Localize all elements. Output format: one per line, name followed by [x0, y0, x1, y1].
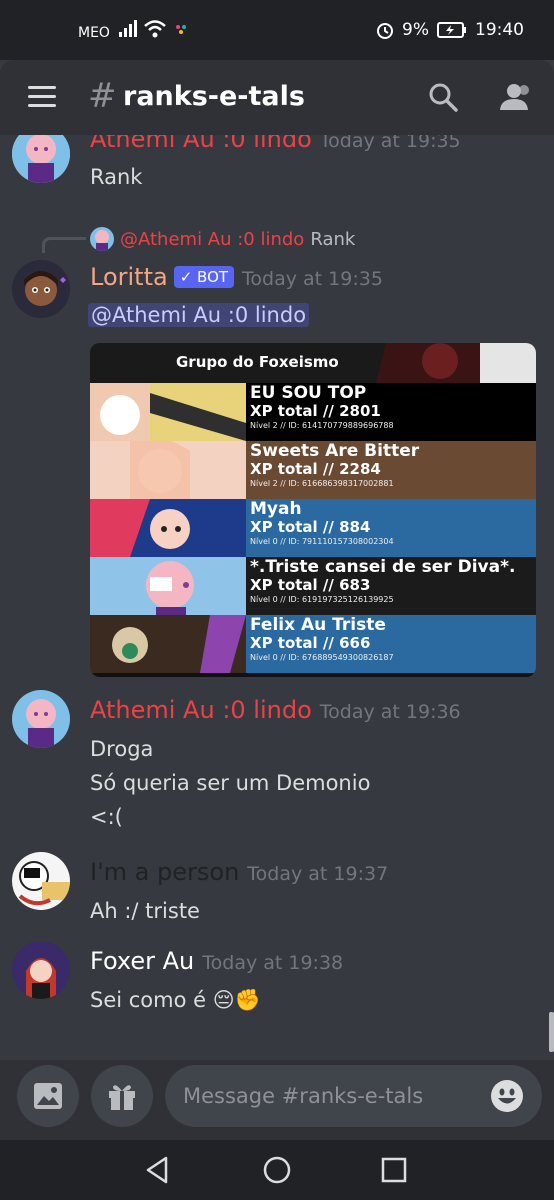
image-icon: [34, 1083, 62, 1109]
home-icon[interactable]: [261, 1154, 293, 1186]
message-author[interactable]: Athemi Au :0 lindo Today at 19:36: [90, 696, 461, 724]
channel-title: ranks-e-tals: [123, 81, 305, 112]
author-name[interactable]: I'm a person: [90, 858, 239, 886]
rank-entry: EU SOU TOP XP total // 2801 Nível 2 // I…: [90, 383, 536, 441]
hash-icon: #: [88, 76, 117, 116]
reply-connector: [42, 237, 86, 253]
carrier-label: MEO: [78, 25, 110, 41]
avatar[interactable]: [12, 135, 70, 183]
rank-entry-thumbnail: [90, 615, 246, 673]
avatar[interactable]: [12, 690, 70, 748]
search-icon[interactable]: [428, 82, 458, 112]
rank-entry-name: Myah: [250, 499, 302, 519]
reply-preview[interactable]: @Athemi Au :0 lindo Rank: [90, 227, 355, 251]
message-text: Ah :/ triste: [90, 899, 200, 923]
message-text: <:(: [90, 805, 123, 829]
avatar-image: [12, 852, 70, 910]
rank-entry-thumbnail: [90, 383, 246, 441]
reply-mention[interactable]: @Athemi Au :0 lindo: [120, 229, 304, 250]
rank-entry-id: Nível 2 // ID: 614170779889696788: [250, 421, 394, 430]
wifi-icon: [144, 20, 166, 38]
rank-entry-xp: XP total // 683: [250, 576, 371, 594]
app-notification-icon: [173, 21, 189, 37]
user-mention[interactable]: @Athemi Au :0 lindo: [88, 303, 310, 327]
message-list[interactable]: Athemi Au :0 lindo Today at 19:35 Rank @A…: [0, 135, 554, 1060]
avatar-image: [12, 941, 70, 999]
rank-entry-thumbnail: [90, 499, 246, 557]
timestamp: Today at 19:35: [319, 135, 461, 152]
message-text: Só queria ser um Demonio: [90, 771, 371, 795]
avatar[interactable]: [12, 941, 70, 999]
rank-entry-id: Nível 0 // ID: 791110157308002304: [250, 537, 394, 546]
gift-icon: [109, 1085, 135, 1110]
menu-icon[interactable]: [28, 86, 58, 108]
rank-entry-name: Felix Au Triste: [250, 615, 386, 635]
message-author[interactable]: Loritta ✓ BOT Today at 19:35: [90, 263, 383, 291]
message-input[interactable]: [183, 1079, 483, 1113]
timestamp: Today at 19:38: [202, 952, 344, 974]
status-right: 9% 19:40: [376, 20, 524, 40]
rank-card-title: Grupo do Foxeismo: [176, 353, 339, 371]
avatar[interactable]: [12, 260, 70, 318]
rank-entry: Myah XP total // 884 Nível 0 // ID: 7911…: [90, 499, 536, 557]
rank-entry-id: Nível 0 // ID: 676889549300826187: [250, 653, 394, 662]
back-icon[interactable]: [142, 1154, 174, 1186]
avatar-image: [12, 135, 70, 183]
attach-image-button[interactable]: [17, 1065, 79, 1127]
avatar-image: [12, 260, 70, 318]
signal-icons: [118, 20, 190, 38]
message-author[interactable]: Athemi Au :0 lindo Today at 19:35: [90, 135, 461, 153]
recents-icon[interactable]: [378, 1154, 410, 1186]
rank-entry: *.Triste cansei de ser Diva*. XP total /…: [90, 557, 536, 615]
rank-entry-thumbnail: [90, 441, 246, 499]
author-name[interactable]: Athemi Au :0 lindo: [90, 696, 312, 724]
message-text: Rank: [90, 165, 143, 189]
author-name[interactable]: Foxer Au: [90, 947, 194, 975]
message-text: Droga: [90, 737, 154, 761]
battery-icon: [437, 22, 466, 38]
rank-entry-name: EU SOU TOP: [250, 383, 367, 403]
rank-entry-xp: XP total // 2801: [250, 402, 381, 420]
rank-card-image[interactable]: Grupo do Foxeismo EU SOU TOP XP total //…: [90, 343, 536, 677]
battery-percent: 9%: [402, 20, 429, 40]
signal-icon: [119, 20, 137, 37]
author-name[interactable]: Loritta: [90, 263, 168, 291]
message-input-container: [165, 1065, 542, 1127]
gift-button[interactable]: [91, 1065, 153, 1127]
timestamp: Today at 19:35: [242, 268, 383, 290]
rank-entry-xp: XP total // 666: [250, 634, 371, 652]
avatar[interactable]: [12, 852, 70, 910]
rank-entry-name: *.Triste cansei de ser Diva*.: [250, 557, 516, 577]
timestamp: Today at 19:37: [247, 863, 389, 885]
rank-card-header: Grupo do Foxeismo: [90, 343, 536, 383]
rank-entry-id: Nível 2 // ID: 616686398317002881: [250, 479, 394, 488]
system-nav-bar: [0, 1140, 554, 1200]
message-text: Sei como é 😔✊: [90, 988, 261, 1012]
status-bar: MEO 9% 19:40: [0, 0, 554, 60]
rank-entry-xp: XP total // 2284: [250, 460, 381, 478]
members-icon[interactable]: [499, 82, 533, 112]
scrollbar[interactable]: [549, 1012, 554, 1052]
message-author[interactable]: I'm a person Today at 19:37: [90, 858, 388, 886]
avatar-image: [12, 690, 70, 748]
rank-entry: Sweets Are Bitter XP total // 2284 Nível…: [90, 441, 536, 499]
clock: 19:40: [475, 20, 524, 40]
timestamp: Today at 19:36: [319, 701, 461, 723]
message-author[interactable]: Foxer Au Today at 19:38: [90, 947, 343, 975]
rank-entry: Felix Au Triste XP total // 666 Nível 0 …: [90, 615, 536, 673]
rank-entry-thumbnail: [90, 557, 246, 615]
emoji-icon[interactable]: [490, 1079, 524, 1113]
reply-text: Rank: [310, 228, 356, 250]
message-composer: [0, 1060, 554, 1140]
reply-avatar: [90, 227, 114, 251]
channel-header: # ranks-e-tals: [0, 60, 554, 135]
bot-badge: ✓ BOT: [173, 266, 235, 288]
rank-entry-xp: XP total // 884: [250, 518, 371, 536]
rank-entry-name: Sweets Are Bitter: [250, 441, 420, 461]
author-name[interactable]: Athemi Au :0 lindo: [90, 135, 312, 153]
alarm-icon: [377, 23, 394, 39]
rank-entry-id: Nível 0 // ID: 619197325126139925: [250, 595, 394, 604]
